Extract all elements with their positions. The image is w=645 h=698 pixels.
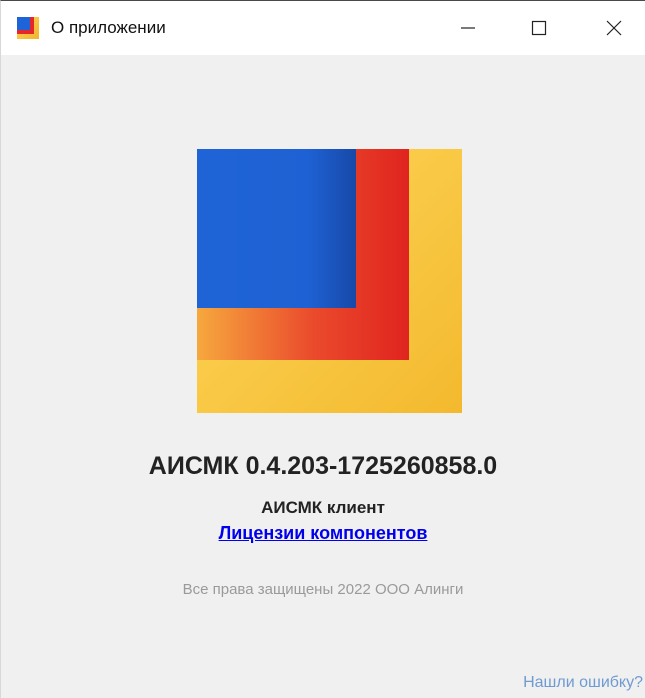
title-bar[interactable]: О приложении xyxy=(1,1,645,55)
minimize-icon xyxy=(461,27,475,29)
maximize-icon xyxy=(531,20,547,36)
logo-blue-square xyxy=(197,149,356,308)
maximize-button[interactable] xyxy=(510,1,568,55)
app-logo-icon xyxy=(17,17,39,39)
minimize-button[interactable] xyxy=(439,1,497,55)
copyright-text: Все права защищены 2022 ООО Алинги xyxy=(182,581,464,598)
about-content: АИСМК 0.4.203-1725260858.0 АИСМК клиент … xyxy=(1,55,645,698)
client-name-label: АИСМК клиент xyxy=(261,498,385,517)
close-icon xyxy=(606,20,622,36)
version-label: АИСМК 0.4.203-1725260858.0 xyxy=(148,452,498,480)
app-logo xyxy=(197,149,462,413)
report-bug-link[interactable]: Нашли ошибку? xyxy=(523,674,643,692)
window-title: О приложении xyxy=(51,18,166,37)
about-window: О приложении АИСМК 0.4.203-1725260858.0 … xyxy=(0,0,645,698)
close-button[interactable] xyxy=(585,1,643,55)
licenses-link[interactable]: Лицензии компонентов xyxy=(1,523,645,544)
